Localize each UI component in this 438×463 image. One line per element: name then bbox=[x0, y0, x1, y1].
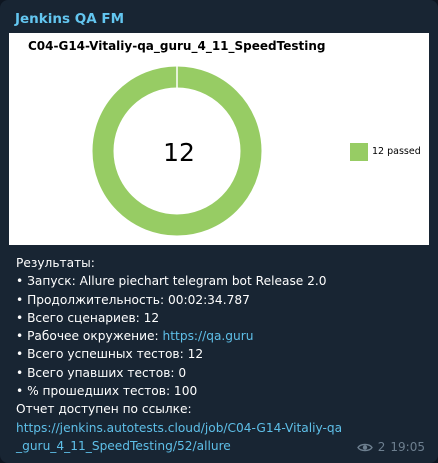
view-count: 2 bbox=[377, 440, 386, 454]
message-meta: 2 19:05 bbox=[356, 440, 425, 454]
environment-label: • Рабочее окружение: bbox=[16, 329, 159, 344]
environment-link[interactable]: https://qa.guru bbox=[163, 329, 254, 343]
scenarios-value: 12 bbox=[139, 310, 160, 325]
report-label: Отчет доступен по ссылке: bbox=[16, 402, 192, 417]
percent-value: 100 bbox=[170, 384, 198, 399]
failed-value: 0 bbox=[174, 365, 187, 380]
passed-line: • Всего успешных тестов: 12 bbox=[16, 345, 426, 363]
message-time: 19:05 bbox=[390, 440, 425, 454]
legend-swatch-passed bbox=[350, 143, 368, 161]
environment-line: • Рабочее окружение: https://qa.guru bbox=[16, 327, 426, 345]
scenarios-label: • Всего сценариев: bbox=[16, 310, 140, 325]
results-text: Результаты: • Запуск: Allure piechart te… bbox=[16, 254, 426, 455]
legend-label-passed: 12 passed bbox=[372, 146, 421, 157]
launch-line: • Запуск: Allure piechart telegram bot R… bbox=[16, 272, 426, 290]
passed-value: 12 bbox=[183, 347, 204, 362]
percent-label: • % прошедших тестов: bbox=[16, 384, 171, 399]
launch-value: Allure piechart telegram bot Release 2.0 bbox=[75, 274, 327, 289]
pie-center-value: 12 bbox=[163, 138, 195, 167]
duration-line: • Продолжительность: 00:02:34.787 bbox=[16, 291, 426, 309]
duration-label: • Продолжительность: bbox=[16, 292, 165, 307]
eye-icon bbox=[356, 443, 373, 451]
failed-label: • Всего упавших тестов: bbox=[16, 365, 175, 380]
report-link[interactable]: https://jenkins.autotests.cloud/job/C04-… bbox=[16, 419, 346, 456]
passed-label: • Всего успешных тестов: bbox=[16, 347, 184, 362]
percent-line: • % прошедших тестов: 100 bbox=[16, 382, 426, 400]
launch-label: • Запуск: bbox=[16, 274, 76, 289]
message-bubble: Jenkins QA FM C04-G14-Vitaliy-qa_guru_4_… bbox=[0, 0, 438, 463]
failed-line: • Всего упавших тестов: 0 bbox=[16, 364, 426, 382]
duration-value: 00:02:34.787 bbox=[164, 292, 250, 307]
chart-image[interactable]: C04-G14-Vitaliy-qa_guru_4_11_SpeedTestin… bbox=[9, 33, 429, 245]
scenarios-line: • Всего сценариев: 12 bbox=[16, 309, 426, 327]
sender-name[interactable]: Jenkins QA FM bbox=[15, 11, 124, 27]
pie-chart: 12 bbox=[92, 66, 262, 236]
results-header: Результаты: bbox=[16, 256, 95, 270]
